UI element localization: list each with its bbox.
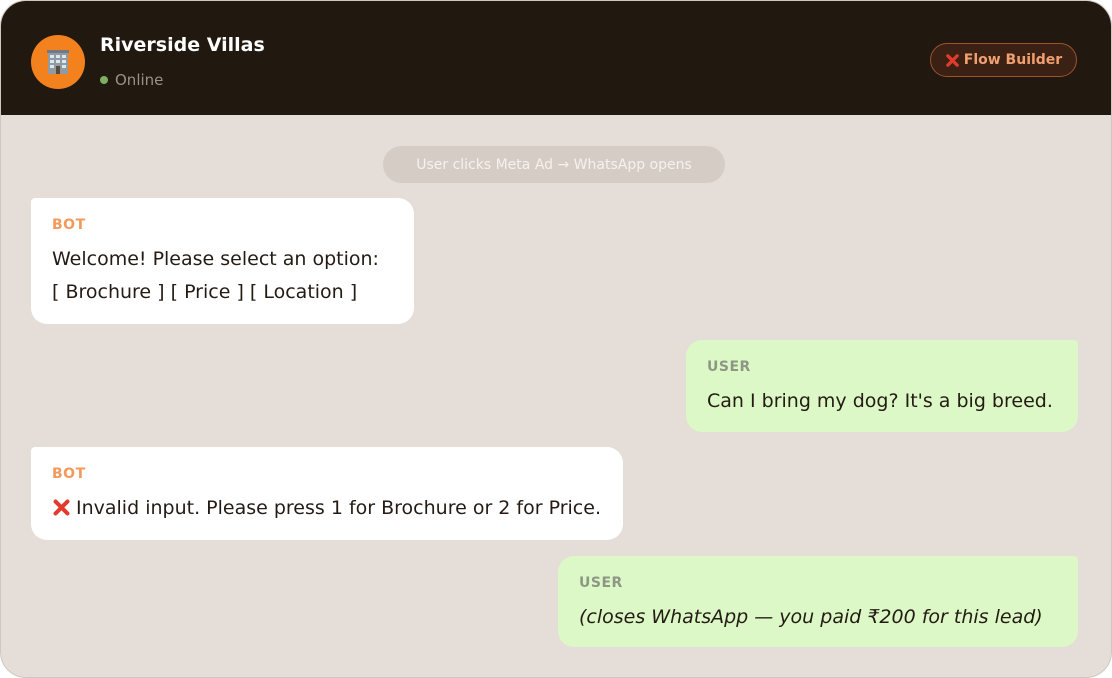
message-text-row: Invalid input. Please press 1 for Brochu…: [52, 492, 603, 525]
red-x-icon: [53, 499, 70, 516]
sender-label: USER: [707, 359, 751, 375]
message-line: Welcome! Please select an option:: [52, 248, 379, 270]
message-text: (closes WhatsApp — you paid ₹200 for thi…: [579, 606, 1043, 628]
bot-message: BOT Invalid input. Please press 1 for Br…: [31, 447, 623, 540]
flow-builder-label: Flow Builder: [963, 52, 1063, 68]
building-icon: [47, 50, 69, 74]
bot-message: BOT Welcome! Please select an option: [ …: [31, 198, 414, 324]
online-dot-icon: [100, 76, 108, 84]
status-label: Online: [115, 71, 164, 89]
message-text: Can I bring my dog? It's a big breed.: [707, 390, 1053, 412]
chat-window: Riverside Villas Online Flow Builder Use…: [0, 0, 1112, 678]
message-line: [ Brochure ] [ Price ] [ Location ]: [52, 281, 358, 303]
system-notice: User clicks Meta Ad → WhatsApp opens: [383, 146, 725, 183]
user-message: USER Can I bring my dog? It's a big bree…: [686, 340, 1078, 432]
red-x-icon: [945, 53, 959, 67]
sender-label: BOT: [52, 466, 86, 482]
sender-label: BOT: [52, 217, 86, 233]
flow-builder-button[interactable]: Flow Builder: [930, 43, 1077, 77]
chat-header: Riverside Villas Online Flow Builder: [1, 1, 1111, 115]
chat-title: Riverside Villas: [100, 34, 265, 56]
online-status: Online: [100, 70, 163, 90]
sender-label: USER: [579, 575, 623, 591]
user-message: USER (closes WhatsApp — you paid ₹200 fo…: [558, 556, 1078, 647]
avatar[interactable]: [31, 35, 85, 89]
message-text: Invalid input. Please press 1 for Brochu…: [76, 497, 601, 519]
